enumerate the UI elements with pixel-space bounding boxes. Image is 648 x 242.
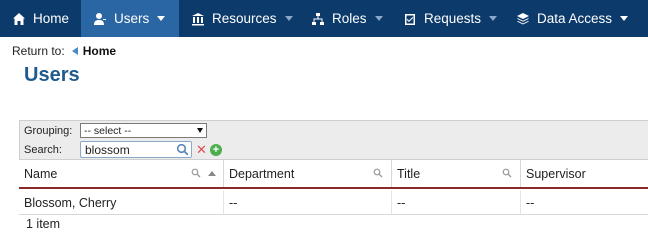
item-count: 1 item <box>26 217 61 231</box>
chevron-down-icon <box>284 16 293 21</box>
hierarchy-icon <box>311 12 325 26</box>
home-icon <box>12 12 26 26</box>
grouping-select-value: -- select -- <box>84 124 132 137</box>
cell-title: -- <box>392 191 521 214</box>
column-header-supervisor[interactable]: Supervisor <box>521 160 648 187</box>
nav-home[interactable]: Home <box>0 0 81 37</box>
add-icon[interactable]: + <box>209 143 222 156</box>
breadcrumb: Return to: Home <box>12 44 116 58</box>
users-icon <box>93 12 107 26</box>
cell-department: -- <box>224 191 392 214</box>
column-header-title[interactable]: Title <box>392 160 521 187</box>
cell-supervisor: -- <box>526 195 535 210</box>
grouping-label: Grouping: <box>24 124 73 137</box>
breadcrumb-prefix: Return to: <box>12 44 65 58</box>
table-row[interactable]: Blossom, Cherry -- -- -- <box>19 191 648 215</box>
checklist-icon <box>403 12 417 26</box>
sort-ascending-icon[interactable] <box>208 171 216 176</box>
dropdown-arrow-icon <box>197 128 203 133</box>
column-header-label: Department <box>229 166 295 181</box>
page-title: Users <box>24 64 80 86</box>
nav-roles-label: Roles <box>332 11 367 26</box>
bank-icon <box>191 12 205 26</box>
breadcrumb-home-link[interactable]: Home <box>83 44 116 58</box>
table-header: Name Department Title Supervisor <box>19 160 648 189</box>
search-input[interactable]: blossom <box>80 141 192 158</box>
column-header-label: Name <box>24 166 58 181</box>
nav-requests[interactable]: Requests <box>391 0 504 37</box>
column-header-label: Title <box>397 166 421 181</box>
nav-requests-label: Requests <box>424 11 482 26</box>
nav-data-access-label: Data Access <box>537 11 613 26</box>
back-arrow-icon <box>71 47 78 55</box>
nav-home-label: Home <box>33 11 70 26</box>
column-header-label: Supervisor <box>526 166 586 181</box>
search-label: Search: <box>24 143 62 156</box>
nav-users-label: Users <box>114 11 150 26</box>
chevron-down-icon <box>157 16 166 21</box>
nav-resources[interactable]: Resources <box>179 0 299 37</box>
cell-name: Blossom, Cherry <box>19 191 224 214</box>
search-icon[interactable] <box>191 168 201 178</box>
filter-toolbar: Grouping: -- select -- Search: blossom ✕… <box>19 120 648 160</box>
chevron-down-icon <box>489 16 498 21</box>
layers-icon <box>516 12 530 26</box>
chevron-down-icon <box>620 16 629 21</box>
nav-roles[interactable]: Roles <box>299 0 391 37</box>
search-icon[interactable] <box>502 168 512 178</box>
clear-icon[interactable]: ✕ <box>196 143 207 156</box>
search-input-value: blossom <box>85 142 130 157</box>
chevron-down-icon <box>374 16 383 21</box>
search-icon[interactable] <box>176 143 189 156</box>
nav-users[interactable]: Users <box>81 0 179 37</box>
grouping-select[interactable]: -- select -- <box>80 123 207 138</box>
column-header-department[interactable]: Department <box>224 160 392 187</box>
nav-data-access[interactable]: Data Access <box>504 0 648 37</box>
nav-resources-label: Resources <box>212 11 277 26</box>
column-header-name[interactable]: Name <box>19 160 224 187</box>
search-icon[interactable] <box>373 168 383 178</box>
top-navigation: Home Users Resources Roles Requests Data… <box>0 0 648 37</box>
